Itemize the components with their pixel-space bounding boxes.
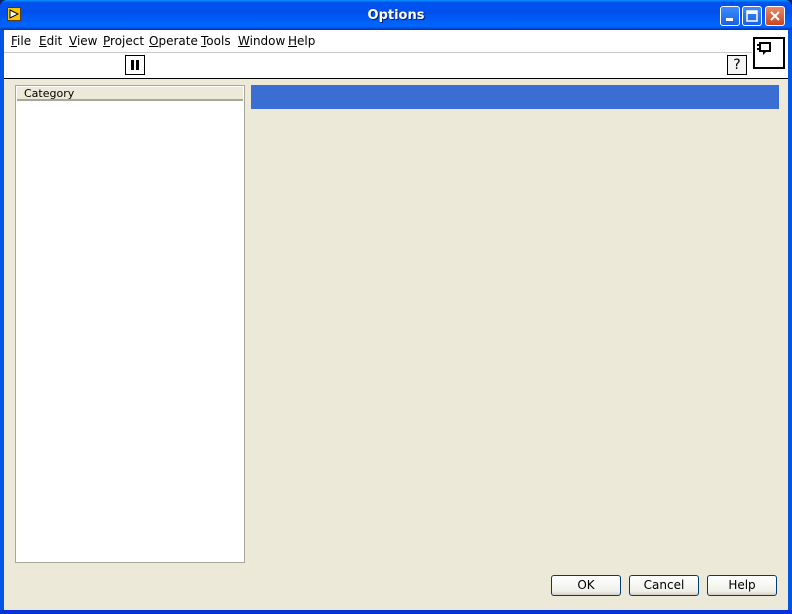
maximize-icon	[746, 10, 758, 22]
cancel-button[interactable]: Cancel	[629, 575, 699, 596]
menu-file[interactable]: File	[11, 34, 31, 48]
top-bar: File Edit View Project Operate Tools Win…	[4, 30, 788, 79]
category-list[interactable]: Category	[15, 85, 245, 563]
context-help-button[interactable]: ?	[727, 55, 747, 75]
menu-help[interactable]: Help	[288, 34, 315, 48]
window-frame-bottom	[0, 610, 792, 614]
help-icon: ?	[733, 57, 741, 73]
client-area: File Edit View Project Operate Tools Win…	[4, 30, 788, 610]
minimize-icon	[726, 18, 733, 21]
menu-tools[interactable]: Tools	[201, 34, 231, 48]
category-title-bar	[251, 85, 779, 109]
category-header[interactable]: Category	[17, 87, 243, 101]
help-button[interactable]: Help	[707, 575, 777, 596]
pause-icon	[131, 60, 139, 70]
menu-operate[interactable]: Operate	[149, 34, 198, 48]
menu-view[interactable]: View	[69, 34, 97, 48]
minimize-button[interactable]	[720, 6, 740, 26]
pause-button[interactable]	[125, 55, 145, 75]
menu-bar: File Edit View Project Operate Tools Win…	[4, 30, 752, 53]
menu-project[interactable]: Project	[103, 34, 144, 48]
ok-button[interactable]: OK	[551, 575, 621, 596]
menu-window[interactable]: Window	[238, 34, 285, 48]
close-button[interactable]	[765, 6, 785, 26]
title-bar[interactable]: Options	[0, 0, 792, 30]
options-window: Options File Edit View Project Operate T…	[0, 0, 792, 614]
window-title: Options	[367, 8, 425, 23]
close-icon	[770, 11, 780, 21]
maximize-button[interactable]	[742, 6, 762, 26]
menu-edit[interactable]: Edit	[39, 34, 62, 48]
vi-icon[interactable]	[753, 37, 785, 69]
